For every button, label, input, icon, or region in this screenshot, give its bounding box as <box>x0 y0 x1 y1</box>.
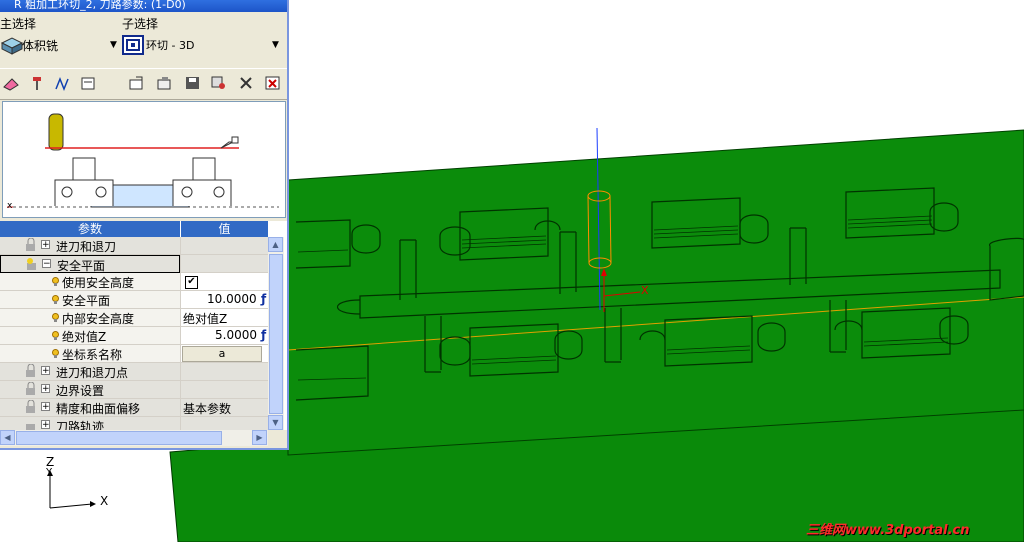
param-name: 进刀和退刀 <box>56 240 117 254</box>
main-select-value: 体积铣 <box>22 38 59 53</box>
column-header-param[interactable]: 参数 <box>0 221 180 237</box>
volume-mill-icon <box>0 37 24 55</box>
scroll-up-icon[interactable]: ▲ <box>268 237 283 252</box>
axis-y-label: Y <box>46 467 53 478</box>
function-icon[interactable]: ƒ <box>261 292 266 306</box>
dialog-title: R 粗加工环切_2, 刀路参数: (1-D0) <box>14 0 186 11</box>
verify-icon[interactable] <box>238 75 256 91</box>
expand-icon[interactable]: + <box>41 402 50 412</box>
collapse-icon[interactable]: − <box>42 259 51 269</box>
preview-axis-label: x <box>7 201 13 211</box>
param-row[interactable]: + 进刀和退刀点 <box>0 363 268 381</box>
parameter-grid: 参数 值 + 进刀和退刀 − 安全平面 使用安全高度 ✔ 安全平面 10.0000 ƒ… <box>0 221 287 430</box>
use-safe-height-checkbox[interactable]: ✔ <box>185 276 198 289</box>
horizontal-scroll-thumb[interactable] <box>16 431 222 445</box>
scroll-right-icon[interactable]: ▶ <box>252 430 267 445</box>
param-row[interactable]: − 安全平面 <box>0 255 268 273</box>
param-name: 安全平面 <box>57 259 106 273</box>
param-name: 精度和曲面偏移 <box>56 402 141 416</box>
watermark: 三维网www.3dportal.cn <box>806 523 970 538</box>
param-name: 边界设置 <box>56 384 105 398</box>
param-name: 内部安全高度 <box>62 312 135 326</box>
coordinate-system-button[interactable]: a <box>182 346 262 362</box>
dialog-titlebar[interactable]: R 粗加工环切_2, 刀路参数: (1-D0) <box>0 0 287 12</box>
param-row[interactable]: 内部安全高度 绝对值Z <box>0 309 268 327</box>
scroll-left-icon[interactable]: ◀ <box>0 430 15 445</box>
chevron-down-icon: ▼ <box>110 40 117 50</box>
param-name: 安全平面 <box>62 294 111 308</box>
bulb-icon <box>52 331 59 340</box>
expand-icon[interactable]: + <box>41 240 50 250</box>
param-name: 刀路轨迹 <box>56 420 105 430</box>
param-row[interactable]: 安全平面 10.0000 ƒ <box>0 291 268 309</box>
eraser-icon[interactable] <box>2 75 20 91</box>
settings-icon[interactable] <box>210 75 228 91</box>
expand-icon[interactable]: + <box>41 420 50 430</box>
dialog-toolbar <box>0 68 287 100</box>
bulb-icon <box>52 313 59 322</box>
bulb-icon <box>52 349 59 358</box>
param-name: 进刀和退刀点 <box>56 366 129 380</box>
vertical-scroll-thumb[interactable] <box>269 254 283 414</box>
param-name: 使用安全高度 <box>62 276 135 290</box>
lock-icon <box>26 400 35 413</box>
expand-icon[interactable]: + <box>41 384 50 394</box>
horizontal-scrollbar[interactable]: ◀ ▶ <box>0 430 268 446</box>
lock-icon <box>26 382 35 395</box>
lock-icon <box>26 364 35 377</box>
lock-icon <box>27 258 36 270</box>
param-row[interactable]: + 精度和曲面偏移 基本参数 <box>0 399 268 417</box>
bulb-icon <box>52 277 59 286</box>
chevron-down-icon: ▼ <box>272 40 279 50</box>
toolpath-parameters-dialog: R 粗加工环切_2, 刀路参数: (1-D0) 主选择 体积铣 ▼ 子选择 环切… <box>0 0 289 450</box>
column-header-value[interactable]: 值 <box>181 221 268 237</box>
expand-icon[interactable]: + <box>41 366 50 376</box>
precision-value: 基本参数 <box>183 402 232 416</box>
tool-icon[interactable] <box>28 75 46 91</box>
function-icon[interactable]: ƒ <box>261 328 266 342</box>
param-row[interactable]: 绝对值Z 5.0000 ƒ <box>0 327 268 345</box>
scroll-down-icon[interactable]: ▼ <box>268 415 283 430</box>
param-row[interactable]: 使用安全高度 ✔ <box>0 273 268 291</box>
calculate-icon[interactable] <box>80 75 98 91</box>
param-name: 绝对值Z <box>62 330 107 344</box>
param-row[interactable]: + 边界设置 <box>0 381 268 399</box>
safe-plane-value[interactable]: 10.0000 <box>207 292 257 306</box>
bulb-icon <box>52 295 59 304</box>
internal-safe-height-value[interactable]: 绝对值Z <box>183 310 227 327</box>
absolute-z-value[interactable]: 5.0000 <box>215 328 257 342</box>
lock-icon <box>26 424 35 430</box>
sub-select-label: 子选择 <box>122 17 159 31</box>
param-row[interactable]: + 刀路轨迹 <box>0 417 268 430</box>
tool-axis-x-label: X <box>641 284 649 297</box>
main-select-dropdown[interactable]: 体积铣 ▼ <box>0 34 120 56</box>
sub-select-value: 环切 - 3D <box>146 39 195 52</box>
toolpath-icon[interactable] <box>54 75 72 91</box>
main-select-label: 主选择 <box>0 17 37 31</box>
axis-gizmo <box>47 470 96 509</box>
axis-x-label: X <box>100 494 109 508</box>
contour-icon <box>122 35 144 55</box>
param-row[interactable]: + 进刀和退刀 <box>0 237 268 255</box>
lock-icon <box>26 238 35 251</box>
delete-icon[interactable] <box>264 75 282 91</box>
sub-select-dropdown[interactable]: 环切 - 3D ▼ <box>122 34 282 56</box>
param-row[interactable]: 坐标系名称 a <box>0 345 268 363</box>
parameter-preview-image: x <box>2 101 286 218</box>
save-icon[interactable] <box>184 75 202 91</box>
param-name: 坐标系名称 <box>62 348 123 362</box>
import-icon[interactable] <box>156 75 174 91</box>
vertical-scrollbar[interactable]: ▲ ▼ <box>268 237 284 430</box>
export-icon[interactable] <box>128 75 146 91</box>
